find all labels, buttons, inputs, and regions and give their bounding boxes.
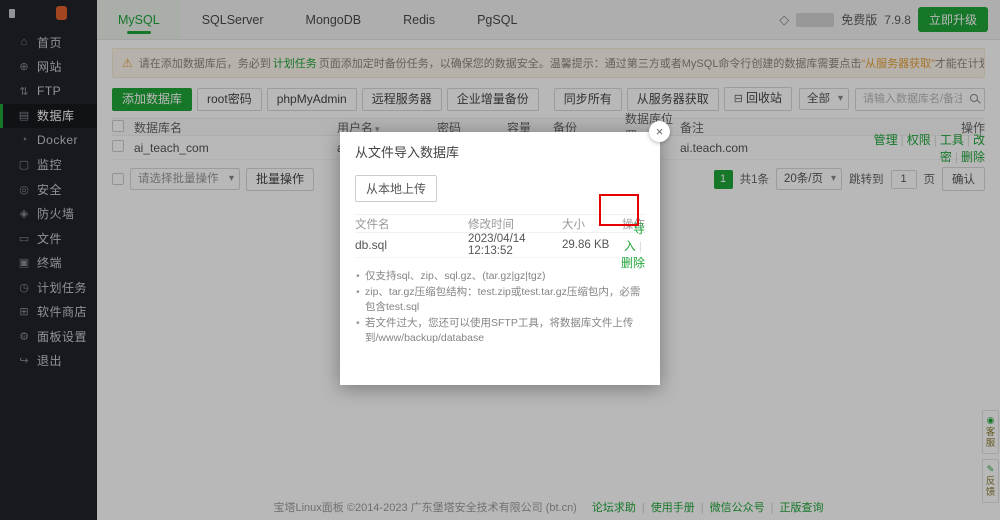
upload-local-button[interactable]: 从本地上传: [355, 175, 438, 202]
app-root: ⌂ 首页 ⊕ 网站 ⇅ FTP ▤ 数据库 ◔ Docker ▢ 监控 ◎ 安全 ◈ 防火墙 ▭…: [0, 0, 1000, 520]
note-line: zip、tar.gz压缩包结构：test.zip或test.tar.gz压缩包内…: [355, 285, 645, 316]
file-size: 29.86 KB: [562, 239, 610, 251]
action-separator: |: [638, 238, 642, 253]
modal-notes: 仅支持sql、zip、sql.gz、(tar.gz|gz|tgz) zip、ta…: [355, 269, 645, 347]
close-icon: ×: [655, 124, 664, 139]
annotation-red-box: [599, 194, 639, 226]
note-line: 仅支持sql、zip、sql.gz、(tar.gz|gz|tgz): [355, 269, 645, 285]
file-delete-link[interactable]: 删除: [621, 256, 645, 270]
file-actions: 导入 |删除: [617, 220, 645, 271]
note-line: 若文件过大，您还可以使用SFTP工具，将数据库文件上传到/www/backup/…: [355, 316, 645, 347]
modal-title: 从文件导入数据库: [355, 145, 460, 160]
import-database-modal: × 从文件导入数据库 从本地上传 文件名 修改时间 大小 操作 db.sql 2…: [340, 121, 670, 385]
file-row: db.sql 2023/04/14 12:13:52 29.86 KB 导入 |删…: [355, 222, 645, 270]
file-modified-time: 2023/04/14 12:13:52: [468, 233, 526, 257]
file-header-modified: 修改时间: [468, 218, 514, 231]
file-name: db.sql: [355, 238, 388, 252]
file-header-name: 文件名: [355, 218, 390, 231]
modal-close-button[interactable]: ×: [649, 121, 670, 142]
